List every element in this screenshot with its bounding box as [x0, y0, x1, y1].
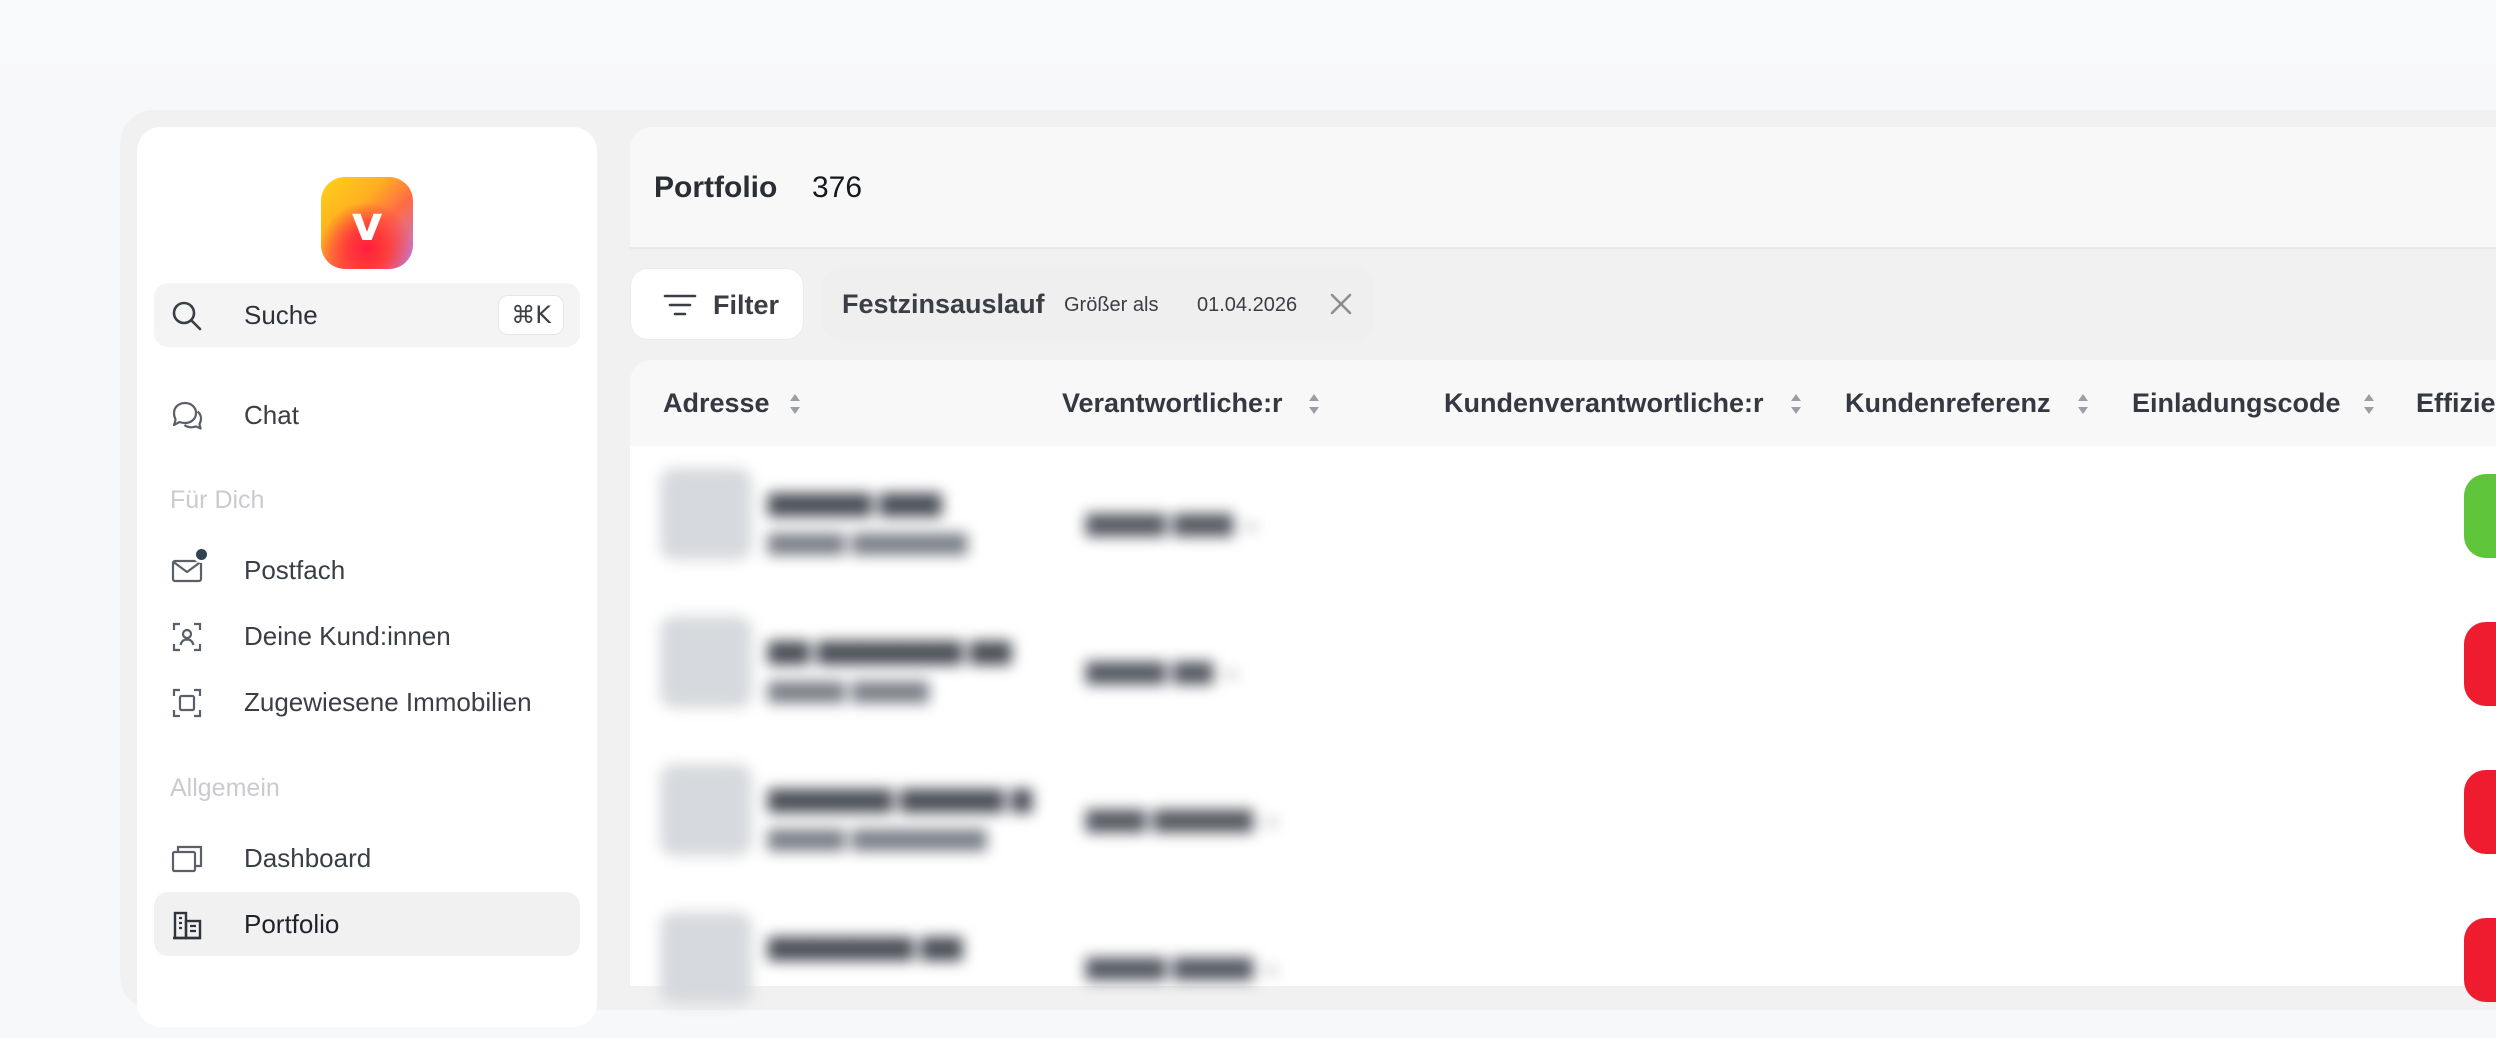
efficiency-badge: [2464, 918, 2496, 1002]
address-blurred: ▆▆▆▆▆▆ ▆▆▆▆▆ ▆: [768, 782, 1033, 812]
search-icon: [172, 301, 202, 331]
city-blurred: ▆▆▆▆ ▆▆▆▆: [768, 675, 929, 703]
property-thumbnail: [660, 912, 752, 1004]
column-header-kundenreferenz[interactable]: Kundenreferenz: [1845, 388, 2051, 419]
column-header-kundenverantwortliche[interactable]: Kundenverantwortliche:r: [1444, 388, 1764, 419]
table-row[interactable]: ▆▆▆▆▆▆ ▆▆▆▆▆ ▆ ▆▆▆▆ ▆▆▆▆▆▆▆ ▆▆▆ ▆▆▆▆▆ ⌄: [630, 742, 2496, 890]
page-title: Portfolio: [654, 171, 778, 204]
sort-icon[interactable]: [2362, 392, 2376, 416]
chat-bubbles-icon: [172, 401, 203, 430]
sidebar-item-label: Chat: [244, 400, 299, 430]
table-row[interactable]: ▆▆▆▆▆ ▆▆▆ ▆▆▆▆ ▆▆▆▆▆▆ ▆▆▆▆ ▆▆▆ ⌄: [630, 446, 2496, 594]
filter-field[interactable]: Festzinsauslauf: [842, 289, 1045, 320]
sort-icon[interactable]: [1307, 392, 1321, 416]
city-blurred: ▆▆▆▆ ▆▆▆▆▆▆: [768, 527, 968, 555]
responsible-blurred: ▆▆▆▆ ▆▆▆ ⌄: [1086, 506, 1263, 536]
search-button[interactable]: Suche ⌘K: [154, 283, 580, 347]
section-label-allgemein: Allgemein: [170, 774, 280, 802]
top-backdrop: [0, 0, 2496, 90]
app-logo[interactable]: v: [321, 177, 413, 269]
sort-icon[interactable]: [788, 392, 802, 416]
filter-value[interactable]: 01.04.2026: [1197, 294, 1297, 317]
close-icon[interactable]: [1327, 290, 1355, 318]
sort-icon[interactable]: [1789, 392, 1803, 416]
search-label: Suche: [244, 300, 318, 330]
efficiency-badge: [2464, 474, 2496, 558]
address-blurred: ▆▆▆▆▆ ▆▆▆: [768, 486, 942, 516]
property-thumbnail: [660, 468, 752, 560]
sidebar-item-label: Postfach: [244, 555, 346, 585]
sort-icon[interactable]: [2076, 392, 2090, 416]
column-header-adresse[interactable]: Adresse: [663, 388, 770, 419]
table-row[interactable]: ▆▆ ▆▆▆▆▆▆▆ ▆▆ ▆▆▆▆ ▆▆▆▆ ▆▆▆▆ ▆▆ ⌄: [630, 594, 2496, 742]
table-header: Adresse Verantwortliche:r Kundenverantwo…: [630, 360, 2496, 446]
sidebar-item-chat[interactable]: Chat: [154, 383, 580, 447]
logo-letter: v: [351, 196, 383, 252]
sidebar-item-label: Portfolio: [244, 909, 340, 939]
section-label-fuer-dich: Für Dich: [170, 486, 265, 514]
sidebar-item-portfolio[interactable]: Portfolio: [154, 892, 580, 956]
notification-dot: [193, 546, 210, 563]
table-row[interactable]: ▆▆▆▆▆▆▆ ▆▆ ▆▆▆▆ ▆▆▆▆ ⌄: [630, 890, 2496, 1038]
column-header-einladungscode[interactable]: Einladungscode: [2132, 388, 2341, 419]
filter-button[interactable]: Filter: [630, 268, 804, 340]
responsible-blurred: ▆▆▆▆ ▆▆ ⌄: [1086, 654, 1243, 684]
buildings-icon: [173, 911, 202, 940]
sidebar-item-zugewiesene-immobilien[interactable]: Zugewiesene Immobilien: [154, 670, 580, 734]
sidebar-item-label: Dashboard: [244, 843, 372, 873]
focus-frame-icon: [172, 688, 202, 718]
efficiency-badge: [2464, 622, 2496, 706]
sidebar-item-dashboard[interactable]: Dashboard: [154, 826, 580, 890]
active-filter-chip[interactable]: Festzinsauslauf Größer als 01.04.2026: [822, 268, 1374, 340]
sidebar-item-deine-kundinnen[interactable]: Deine Kund:innen: [154, 604, 580, 668]
table-body: ▆▆▆▆▆ ▆▆▆ ▆▆▆▆ ▆▆▆▆▆▆ ▆▆▆▆ ▆▆▆ ⌄ ▆▆ ▆▆▆▆…: [630, 446, 2496, 1004]
property-thumbnail: [660, 764, 752, 856]
person-scan-icon: [172, 622, 202, 652]
page-header: Portfolio 376: [630, 127, 2496, 249]
efficiency-badge: [2464, 770, 2496, 854]
city-blurred: ▆▆▆▆ ▆▆▆▆▆▆▆: [768, 823, 987, 851]
sidebar-item-label: Deine Kund:innen: [244, 621, 451, 651]
column-header-verantwortliche[interactable]: Verantwortliche:r: [1062, 388, 1283, 419]
property-thumbnail: [660, 616, 752, 708]
filter-button-label: Filter: [713, 290, 780, 320]
sidebar-item-label: Zugewiesene Immobilien: [244, 687, 532, 717]
column-header-effizienz[interactable]: Effizie: [2416, 388, 2496, 419]
address-blurred: ▆▆▆▆▆▆▆ ▆▆: [768, 930, 963, 960]
filter-operator[interactable]: Größer als: [1064, 294, 1158, 317]
sidebar-item-postfach[interactable]: Postfach: [154, 538, 580, 602]
sidebar: v Suche ⌘K Chat Für Dich Postfach Deine …: [137, 127, 597, 1027]
result-count: 376: [812, 171, 863, 204]
search-shortcut: ⌘K: [498, 295, 564, 335]
responsible-blurred: ▆▆▆ ▆▆▆▆▆ ⌄: [1086, 802, 1283, 832]
responsible-blurred: ▆▆▆▆ ▆▆▆▆ ⌄: [1086, 950, 1283, 980]
address-blurred: ▆▆ ▆▆▆▆▆▆▆ ▆▆: [768, 634, 1012, 664]
filter-lines-icon: [663, 294, 697, 316]
windows-icon: [171, 845, 203, 873]
